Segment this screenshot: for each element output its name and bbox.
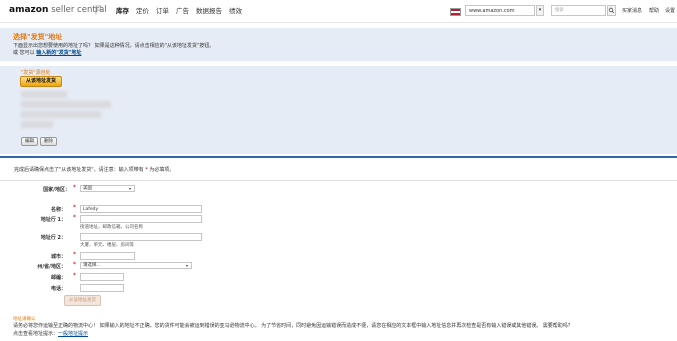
required-marker: * — [73, 204, 76, 211]
city-label: 城市： — [50, 254, 66, 260]
edit-button[interactable]: 编辑 — [21, 137, 38, 146]
address-line2-input[interactable] — [80, 233, 202, 241]
search-icon — [608, 7, 615, 14]
ship-from-address-button[interactable]: 从该地址发货 — [20, 76, 63, 87]
chevron-down-icon[interactable]: ▾ — [536, 5, 544, 16]
divider — [0, 180, 677, 181]
state-select[interactable]: 请选择... ▾ — [80, 262, 192, 269]
intro-alt-text: 或 您可以 输入新的"发货"地址 — [13, 50, 82, 56]
required-marker: * — [73, 214, 76, 221]
intro-text: 下面显示出您想要使用的地址了吗？ 如果是这种情况，请点击相应的"从该地址发货"按… — [13, 43, 215, 49]
nav-reports[interactable]: 数据报告 — [196, 6, 222, 16]
address-line2-label: 地址行 2： — [40, 235, 66, 241]
phone-input[interactable] — [80, 284, 124, 292]
note-text: 请务必将您作运输至正确的物流中心！ 如果输入的地址不正确，您的货件可能会被运到错… — [13, 323, 573, 329]
help-link[interactable]: 帮助 — [649, 7, 659, 14]
required-marker: * — [73, 261, 76, 268]
note-link-row: 点击查看地址提示：一般地址提示 — [13, 331, 89, 337]
buyer-messages-link[interactable]: 买家消息 — [622, 7, 642, 14]
required-marker: * — [73, 272, 76, 279]
us-flag-icon — [450, 8, 461, 16]
redacted-address — [21, 111, 101, 118]
redacted-address — [21, 101, 111, 108]
zip-label: 邮编： — [50, 275, 66, 281]
address-line2-hint: 大厦、单元、楼层、房间等 — [80, 243, 134, 248]
required-marker: * — [73, 184, 76, 191]
city-input[interactable] — [80, 252, 135, 260]
section-divider — [0, 156, 677, 158]
redacted-address — [21, 121, 53, 128]
page-title: 选择"发货"地址 — [13, 33, 63, 41]
redacted-address — [21, 91, 67, 98]
enter-new-address-link[interactable]: 输入新的"发货"地址 — [36, 50, 81, 56]
nav-advertising[interactable]: 广告 — [176, 6, 189, 16]
address-line1-label: 地址行 1： — [40, 217, 66, 223]
search-button[interactable] — [607, 5, 616, 16]
address-tips-link[interactable]: 一般地址提示 — [58, 331, 88, 337]
instruction-text: 完成后请确保点击了"从该地址发货"。请注意：输入项带有 * 为必填项。 — [14, 167, 175, 173]
country-label: 国家/地区： — [43, 187, 70, 193]
zip-input[interactable] — [80, 273, 124, 281]
address-line1-input[interactable] — [80, 215, 202, 223]
nav-orders[interactable]: 订单 — [156, 6, 169, 16]
marketplace-select[interactable]: www.amazon.com — [465, 5, 535, 16]
settings-link[interactable]: 设置 — [665, 7, 675, 14]
nav-inventory[interactable]: 库存 — [116, 6, 129, 16]
name-input[interactable]: Lafedy — [80, 205, 202, 213]
submit-ship-from-button[interactable]: 从该地址发货 — [64, 295, 101, 306]
name-label: 名称： — [50, 207, 66, 213]
chevron-down-icon: ▾ — [185, 263, 188, 268]
search-input[interactable]: 搜索 — [551, 5, 606, 16]
delete-button[interactable]: 删除 — [40, 137, 57, 146]
chevron-down-icon: ▾ — [128, 186, 131, 191]
flag-icon[interactable] — [95, 5, 102, 15]
address-line1-hint: 街道地址，邮政信箱，公司名称 — [80, 225, 143, 230]
phone-label: 电话： — [50, 286, 66, 292]
country-select[interactable]: 美国 ▾ — [80, 185, 135, 192]
nav-performance[interactable]: 绩效 — [229, 6, 242, 16]
saved-address-section — [0, 66, 677, 154]
nav-pricing[interactable]: 定价 — [136, 6, 149, 16]
state-label: 州/省/地区： — [37, 264, 66, 270]
required-marker: * — [73, 251, 76, 258]
saved-address-title: "发货"源自处 — [21, 70, 51, 76]
seller-central-logo[interactable]: amazon seller central — [9, 5, 107, 16]
